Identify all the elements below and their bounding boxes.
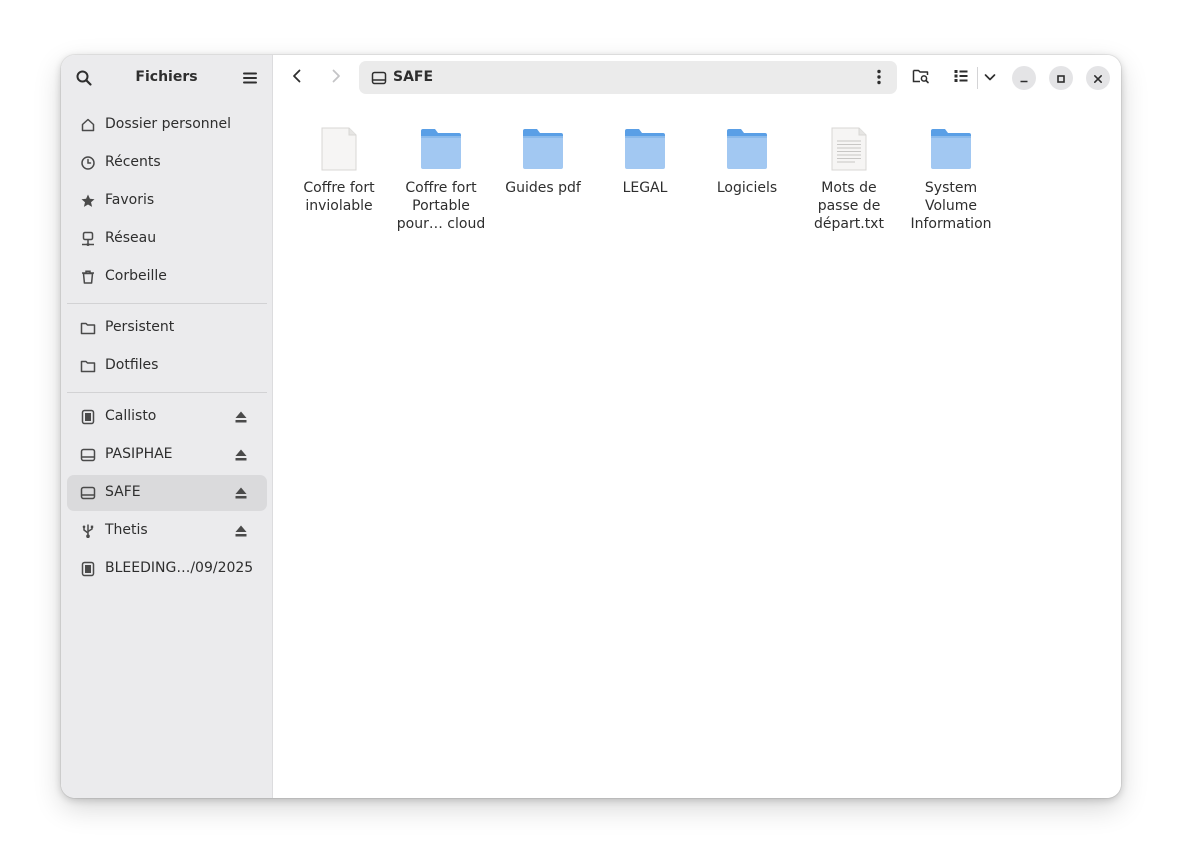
file-name: Logiciels bbox=[716, 180, 778, 196]
sidebar-item-label: Récents bbox=[105, 154, 161, 170]
main-content: SAFE Coffre fort inviolable Coffre fort … bbox=[273, 55, 1121, 798]
maximize-icon bbox=[1056, 69, 1066, 88]
sidebar-header: Fichiers bbox=[61, 55, 272, 101]
folder-icon bbox=[625, 129, 665, 169]
minimize-icon bbox=[1019, 69, 1029, 88]
sidebar-item-label: BLEEDING…/09/2025 bbox=[105, 560, 254, 576]
star-icon bbox=[80, 193, 96, 209]
sidebar-item-label: Dotfiles bbox=[105, 357, 159, 373]
file-name: LEGAL bbox=[622, 180, 668, 196]
eject-icon[interactable] bbox=[233, 409, 249, 425]
file-name: Coffre fort inviolable bbox=[303, 180, 375, 214]
chevron-right-icon bbox=[328, 68, 344, 88]
close-button[interactable] bbox=[1086, 66, 1110, 90]
file-manager-window: Fichiers Dossier personnel Récents Favor… bbox=[61, 55, 1121, 798]
eject-icon[interactable] bbox=[233, 485, 249, 501]
disk-icon bbox=[80, 447, 96, 463]
home-icon bbox=[80, 117, 96, 133]
sidebar-item-trash[interactable]: Corbeille bbox=[67, 259, 267, 295]
sidebar-item-label: PASIPHAE bbox=[105, 446, 173, 462]
sidebar-item-recent[interactable]: Récents bbox=[67, 145, 267, 181]
folder-icon bbox=[727, 129, 767, 169]
chevron-left-icon bbox=[289, 68, 305, 88]
sidebar-item-dotfiles[interactable]: Dotfiles bbox=[67, 348, 267, 384]
maximize-button[interactable] bbox=[1049, 66, 1073, 90]
eject-icon[interactable] bbox=[233, 447, 249, 463]
sidebar-item-bleeding[interactable]: BLEEDING…/09/2025 bbox=[67, 551, 267, 587]
view-options-button[interactable] bbox=[979, 64, 1001, 92]
folder-icon bbox=[523, 129, 563, 169]
path-label: SAFE bbox=[393, 69, 434, 85]
sidebar-item-label: Réseau bbox=[105, 230, 157, 246]
sidebar-item-network[interactable]: Réseau bbox=[67, 221, 267, 257]
clock-icon bbox=[80, 155, 96, 171]
hamburger-menu-icon[interactable] bbox=[241, 69, 259, 87]
back-button[interactable] bbox=[283, 64, 311, 92]
sidebar-item-pasiphae[interactable]: PASIPHAE bbox=[67, 437, 267, 473]
sidebar-item-label: Thetis bbox=[105, 522, 148, 538]
close-icon bbox=[1093, 69, 1103, 88]
folder-icon bbox=[80, 358, 96, 374]
forward-button[interactable] bbox=[322, 64, 350, 92]
file-item[interactable]: Mots de passe de départ.txt bbox=[801, 125, 897, 233]
disk-icon bbox=[371, 70, 387, 86]
folder-search-icon bbox=[912, 67, 930, 89]
sidebar-item-starred[interactable]: Favoris bbox=[67, 183, 267, 219]
path-bar[interactable]: SAFE bbox=[359, 61, 897, 94]
sidebar-item-label: Favoris bbox=[105, 192, 155, 208]
sidebar-item-safe[interactable]: SAFE bbox=[67, 475, 267, 511]
file-name: Guides pdf bbox=[505, 180, 581, 196]
list-view-icon bbox=[953, 68, 969, 88]
sidebar-item-persistent[interactable]: Persistent bbox=[67, 310, 267, 346]
trash-icon bbox=[80, 269, 96, 285]
folder-item[interactable]: Logiciels bbox=[699, 125, 795, 197]
usb-icon bbox=[80, 523, 96, 539]
file-name: System Volume Information bbox=[910, 180, 992, 232]
folder-item[interactable]: System Volume Information bbox=[903, 125, 999, 233]
sidebar-item-label: Corbeille bbox=[105, 268, 167, 284]
sidebar: Fichiers Dossier personnel Récents Favor… bbox=[61, 55, 273, 798]
eject-icon[interactable] bbox=[233, 523, 249, 539]
network-icon bbox=[80, 231, 96, 247]
folder-item[interactable]: LEGAL bbox=[597, 125, 693, 197]
chevron-down-icon bbox=[983, 69, 997, 88]
file-name: Coffre fort Portable pour… cloud bbox=[396, 180, 486, 232]
sidebar-item-label: Persistent bbox=[105, 319, 175, 335]
disk-icon bbox=[80, 485, 96, 501]
file-item[interactable]: Coffre fort inviolable bbox=[291, 125, 387, 215]
folder-icon bbox=[421, 129, 461, 169]
sidebar-separator bbox=[67, 392, 267, 393]
search-folder-button[interactable] bbox=[907, 64, 935, 92]
minimize-button[interactable] bbox=[1012, 66, 1036, 90]
drive-icon bbox=[80, 409, 96, 425]
sidebar-separator bbox=[67, 303, 267, 304]
sidebar-item-thetis[interactable]: Thetis bbox=[67, 513, 267, 549]
file-name: Mots de passe de départ.txt bbox=[814, 180, 884, 232]
sidebar-item-label: Dossier personnel bbox=[105, 116, 232, 132]
vertical-dots-icon[interactable] bbox=[869, 67, 889, 87]
folder-icon bbox=[80, 320, 96, 336]
sidebar-item-callisto[interactable]: Callisto bbox=[67, 399, 267, 435]
toolbar-separator bbox=[977, 67, 978, 89]
sidebar-item-label: Callisto bbox=[105, 408, 157, 424]
blank-file-icon bbox=[321, 127, 357, 171]
folder-icon bbox=[931, 129, 971, 169]
text-file-icon bbox=[831, 127, 867, 171]
folder-item[interactable]: Guides pdf bbox=[495, 125, 591, 197]
drive-icon bbox=[80, 561, 96, 577]
sidebar-item-label: SAFE bbox=[105, 484, 141, 500]
sidebar-item-home[interactable]: Dossier personnel bbox=[67, 107, 267, 143]
folder-item[interactable]: Coffre fort Portable pour… cloud bbox=[393, 125, 489, 233]
view-toggle-button[interactable] bbox=[947, 64, 975, 92]
